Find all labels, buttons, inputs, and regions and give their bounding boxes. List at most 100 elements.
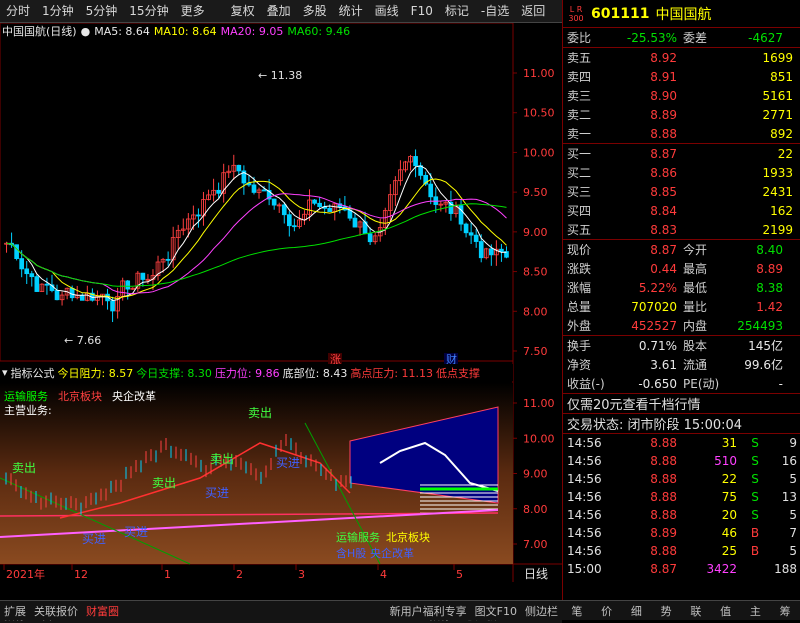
quote-label: 外盘: [567, 319, 592, 333]
quote-label2: 最高: [683, 262, 708, 276]
status-right-2[interactable]: 细: [627, 603, 646, 619]
candle-body: [367, 233, 373, 243]
toolbar-btn-10[interactable]: F10: [405, 0, 439, 23]
bid-price: 8.84: [650, 203, 677, 218]
candle-body: [196, 214, 201, 217]
status-left-0[interactable]: 扩展: [0, 603, 30, 619]
signal-buy: 买进: [276, 456, 300, 470]
ask-volume: 1699: [762, 50, 793, 65]
quote-value: 5.22%: [638, 280, 677, 295]
bid-row: 买三 8.85 2431: [563, 182, 800, 201]
bottom-level: 底部位: 8.43: [282, 366, 348, 380]
ask-volume: 5161: [762, 88, 793, 103]
quote-value2: 8.38: [756, 280, 783, 295]
signal-buy: 买进: [82, 532, 106, 546]
toolbar-btn-11[interactable]: 标记: [439, 0, 475, 23]
tick-direction: S: [751, 454, 759, 468]
time-label: 2: [236, 568, 243, 581]
chevron-down-icon[interactable]: ▾: [2, 366, 8, 379]
status-mid-2[interactable]: 侧边栏: [521, 603, 562, 619]
tick-count: 9: [789, 436, 797, 450]
candle-body: [216, 189, 221, 194]
status-right-7[interactable]: 筹: [776, 603, 795, 619]
ask-price: 8.90: [650, 88, 677, 103]
candle-body: [14, 244, 19, 259]
toolbar-btn-2[interactable]: 5分钟: [80, 0, 124, 23]
candle-body: [19, 258, 24, 270]
toolbar-btn-5[interactable]: 复权: [225, 0, 261, 23]
status-left-2[interactable]: 财富圈: [82, 603, 123, 619]
toolbar-btn-3[interactable]: 15分钟: [123, 0, 174, 23]
stock-code: 601111: [591, 5, 650, 22]
toolbar-btn-12[interactable]: -自选: [475, 0, 515, 23]
extra-value2: -: [778, 376, 783, 391]
bid-row: 买一 8.87 22: [563, 144, 800, 163]
toolbar-btn-4[interactable]: 更多: [175, 0, 211, 23]
gear-icon[interactable]: ●: [81, 25, 91, 38]
ask-price: 8.89: [650, 107, 677, 122]
extra-row: 换手 0.71% 股本 145亿: [563, 336, 800, 355]
tick-row: 14:56 8.88 22 S 5: [563, 470, 800, 488]
tick-direction: B: [750, 544, 760, 558]
candle-body: [317, 202, 322, 207]
tick-list[interactable]: 14:56 8.88 31 S 9 14:56 8.88 510 S 16 14:56 8.88 22 S…: [563, 434, 800, 578]
toolbar-btn-8[interactable]: 统计: [333, 0, 369, 23]
promo-row[interactable]: 仅需20元查看千档行情: [563, 394, 800, 414]
high-pressure: 高点压力: 11.13: [350, 366, 434, 380]
badge-number: 300: [568, 13, 584, 23]
status-right-6[interactable]: 主: [746, 603, 765, 619]
trade-state: 交易状态: 闭市阶段 15:00:04: [567, 418, 743, 433]
status-right-1[interactable]: 价: [597, 603, 616, 619]
toolbar-btn-13[interactable]: 返回: [515, 0, 551, 23]
candle-body: [29, 273, 35, 278]
ask-row: 卖一 8.88 892: [563, 124, 800, 143]
indicator-name[interactable]: 指标公式: [11, 365, 55, 381]
ask-label: 卖三: [567, 89, 592, 103]
tick-volume: 510: [714, 454, 737, 468]
price-label: 10.00: [523, 146, 555, 159]
ask-row: 卖四 8.91 851: [563, 67, 800, 86]
status-right-3[interactable]: 势: [657, 603, 676, 619]
toolbar-btn-7[interactable]: 多股: [297, 0, 333, 23]
status-mid-1[interactable]: 图文F10: [471, 603, 521, 619]
status-left-1[interactable]: 关联报价: [30, 603, 82, 619]
bid-row: 买五 8.83 2199: [563, 220, 800, 239]
chart-header: 中国国航(日线) ● MA5: 8.64 MA10: 8.64 MA20: 9.…: [0, 23, 350, 39]
badge-letters: L R: [569, 4, 583, 14]
tick-count: 5: [789, 544, 797, 558]
ask-price: 8.91: [650, 69, 677, 84]
status-right-5[interactable]: 值: [716, 603, 735, 619]
status-mid-0[interactable]: 新用户福利专享: [386, 603, 471, 619]
tick-count: 5: [789, 472, 797, 486]
promo-text[interactable]: 仅需20元查看千档行情: [563, 394, 701, 413]
toolbar-btn-1[interactable]: 1分钟: [36, 0, 80, 23]
toolbar-btn-9[interactable]: 画线: [369, 0, 405, 23]
tick-price: 8.88: [650, 490, 677, 504]
quote-label2: 今开: [683, 243, 708, 257]
period-label[interactable]: 日线: [524, 567, 548, 581]
ask-price: 8.92: [650, 50, 677, 65]
extra-value: 3.61: [650, 357, 677, 372]
candle-body: [468, 232, 474, 236]
candle-body: [79, 294, 85, 301]
bid-row: 买四 8.84 162: [563, 201, 800, 220]
tick-volume: 31: [721, 436, 737, 450]
quote-value2: 254493: [737, 318, 783, 333]
toolbar-btn-0[interactable]: 分时: [0, 0, 36, 23]
ma60-label: MA60: 9.46: [287, 24, 351, 38]
status-right-4[interactable]: 联: [686, 603, 705, 619]
overlay-bottom-c: 含H股: [336, 546, 366, 560]
toolbar-btn-6[interactable]: 叠加: [261, 0, 297, 23]
ask-volume: 892: [770, 126, 793, 141]
status-right-0[interactable]: 笔: [567, 603, 586, 619]
extra-label: 换手: [567, 339, 592, 353]
kline-chart[interactable]: 11.00 10.50 10.00 9.50 9.00 8.50 8.00 7.50 ← 11.…: [0, 23, 562, 582]
quote-value: 0.44: [650, 261, 677, 276]
chart-panel[interactable]: 11.00 10.50 10.00 9.50 9.00 8.50 8.00 7.50 ← 11.…: [0, 23, 562, 623]
extra-label2: 股本: [683, 339, 708, 353]
bid-price: 8.86: [650, 165, 677, 180]
quote-row: 涨跌 0.44 最高 8.89: [563, 259, 800, 278]
tick-price: 8.88: [650, 454, 677, 468]
chart-toolbar: 分时 1分钟 5分钟 15分钟 更多 复权 叠加 多股 统计 画线 F10 标记 -自选 返回: [0, 0, 562, 23]
resist-today: 今日阻力: 8.57: [57, 366, 134, 380]
